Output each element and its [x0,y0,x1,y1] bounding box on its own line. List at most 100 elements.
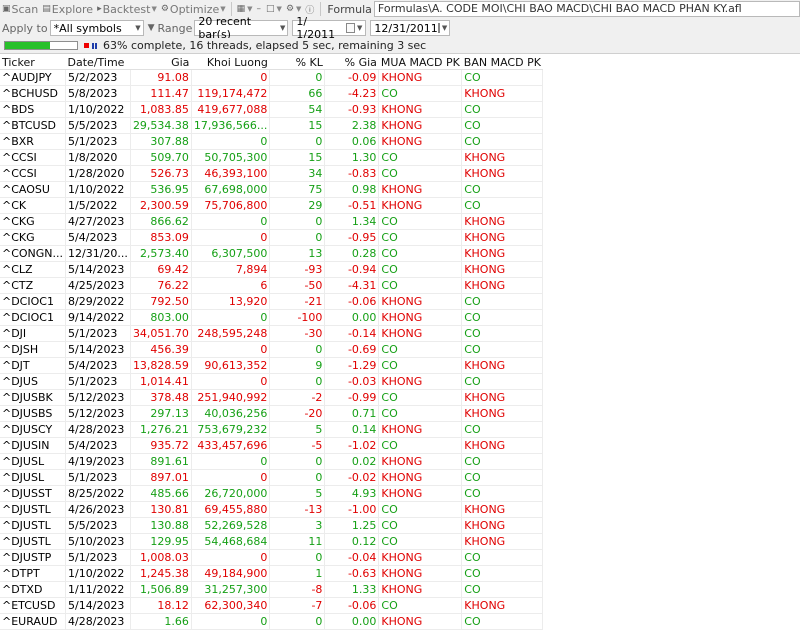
cell-ticker: ^CCSI [0,149,67,166]
table-row[interactable]: ^DTXD 1/11/2022 1,506.89 31,257,300 -8 1.33 KH… [0,581,544,598]
table-row[interactable]: ^CCSI 1/28/2020 526.73 46,393,100 34 -0.83 CO K… [0,165,544,182]
table-row[interactable]: ^CK 1/5/2022 2,300.59 75,706,800 29 -0.51 KHON… [0,197,544,214]
table-row[interactable]: ^DJUSCY 4/28/2023 1,276.21 753,679,232 5 0.14… [0,421,544,438]
table-row[interactable]: ^DJUSST 8/25/2022 485.66 26,720,000 5 4.93 KHO… [0,485,544,502]
table-row[interactable]: ^DJT 5/4/2023 13,828.59 90,613,352 9 -1.29 CO K… [0,357,544,374]
cell-ban-macd-pk: KHONG [461,213,544,230]
gear-icon: ⚙ [285,4,295,14]
backtest-icon: ▸ [97,4,102,14]
cell-gia: 897.01 [130,469,192,486]
cell-gia: 111.47 [130,85,192,102]
table-row[interactable]: ^DJUSL 5/1/2023 897.01 0 0 -0.02 KHONG CO [0,469,544,486]
table-row[interactable]: ^DJUSBS 5/12/2023 297.13 40,036,256 -20 0.71 C… [0,405,544,422]
cell-pct-gia: -0.14 [324,325,380,342]
cell-pct-kl: -50 [269,277,326,294]
column-header-ban-macd-pk[interactable]: BAN MACD PK [461,55,543,70]
table-row[interactable]: ^DJUSIN 5/4/2023 935.72 433,457,696 -5 -1.02 C… [0,437,544,454]
cell-datetime: 5/8/2023 [65,85,131,102]
formula-path-field[interactable]: Formulas\A. CODE MOI\CHI BAO MACD\CHI BA… [373,1,800,17]
cell-pct-kl: -93 [269,261,326,278]
range-select[interactable]: 20 recent bar(s) ▼ [194,15,289,41]
cell-ban-macd-pk: CO [461,69,544,86]
date-to-field[interactable]: 12/31/2011 ▼ [370,20,451,36]
cell-mua-macd-pk: CO [378,261,463,278]
table-row[interactable]: ^CTZ 4/25/2023 76.22 6 -50 -4.31 CO KHONG [0,277,544,294]
explore-button[interactable]: ▤ Explore [40,1,95,17]
table-row[interactable]: ^BXR 5/1/2023 307.88 0 0 0.06 KHONG CO [0,133,544,150]
cell-khoi-luong: 31,257,300 [191,581,271,598]
cell-ban-macd-pk: KHONG [461,261,544,278]
cell-pct-kl: 29 [269,197,326,214]
backtest-button[interactable]: ▸ Backtest ▼ [95,1,159,17]
cell-gia: 1,245.38 [130,565,192,582]
cell-ticker: ^CKG [0,213,67,230]
table-row[interactable]: ^CKG 5/4/2023 853.09 0 0 -0.95 CO KHONG [0,229,544,246]
column-header-pct-gia[interactable]: % Gia [324,55,379,70]
column-header-datetime[interactable]: Date/Time [65,55,131,70]
cell-datetime: 1/5/2022 [65,197,131,214]
date-from-field[interactable]: 1/ 1/2011 ▼ [292,15,367,41]
table-row[interactable]: ^CKG 4/27/2023 866.62 0 0 1.34 CO KHONG [0,213,544,230]
cell-datetime: 5/4/2023 [65,229,131,246]
column-header-ticker[interactable]: Ticker [0,55,66,70]
table-row[interactable]: ^CCSI 1/8/2020 509.70 50,705,300 15 1.30 CO KHO… [0,149,544,166]
cell-datetime: 5/1/2023 [65,133,131,150]
table-row[interactable]: ^DJUSTP 5/1/2023 1,008.03 0 0 -0.04 KHONG CO [0,549,544,566]
table-row[interactable]: ^CONGN... 12/31/20... 2,573.40 6,307,500 13 0… [0,245,544,262]
table-row[interactable]: ^DJUSBK 5/12/2023 378.48 251,940,992 -2 -0.99… [0,389,544,406]
table-row[interactable]: ^DJI 5/1/2023 34,051.70 248,595,248 -30 -0.14… [0,325,544,342]
cell-ticker: ^DTXD [0,581,67,598]
table-row[interactable]: ^DJUSL 4/19/2023 891.61 0 0 0.02 KHONG CO [0,453,544,470]
cell-khoi-luong: 17,936,566... [191,117,271,134]
table-row[interactable]: ^BTCUSD 5/5/2023 29,534.38 17,936,566... 15 2… [0,117,544,134]
cell-gia: 456.39 [130,341,192,358]
table-row[interactable]: ^DCIOC1 9/14/2022 803.00 0 -100 0.00 KHONG CO [0,309,544,326]
cell-pct-gia: -0.99 [324,389,380,406]
table-row[interactable]: ^EURAUD 4/28/2023 1.66 0 0 0.00 KHONG CO [0,613,544,630]
cell-ban-macd-pk: CO [461,549,544,566]
calendar-icon[interactable] [345,23,356,33]
apply-to-select[interactable]: *All symbols ▼ [49,20,144,36]
table-row[interactable]: ^CAOSU 1/10/2022 536.95 67,698,000 75 0.98 KHO… [0,181,544,198]
column-header-gia[interactable]: Gia [130,55,192,70]
stop-icon[interactable] [84,43,89,48]
cell-gia: 526.73 [130,165,192,182]
cell-mua-macd-pk: CO [378,213,463,230]
table-row[interactable]: ^BCHUSD 5/8/2023 111.47 119,174,472 66 -4.23 C… [0,85,544,102]
cell-pct-gia: -0.94 [324,261,380,278]
table-row[interactable]: ^DCIOC1 8/29/2022 792.50 13,920 -21 -0.06 KHON… [0,293,544,310]
cell-ticker: ^AUDJPY [0,69,67,86]
table-row[interactable]: ^AUDJPY 5/2/2023 91.08 0 0 -0.09 KHONG CO [0,69,544,86]
progress-bar-row: 63% complete, 16 threads, elapsed 5 sec,… [0,38,800,54]
cell-ban-macd-pk: CO [461,101,544,118]
cell-ban-macd-pk: KHONG [461,501,544,518]
table-row[interactable]: ^DJSH 5/14/2023 456.39 0 0 -0.69 CO CO [0,341,544,358]
calendar-icon[interactable] [437,23,440,33]
table-row[interactable]: ^BDS 1/10/2022 1,083.85 419,677,088 54 -0.93 K… [0,101,544,118]
cell-khoi-luong: 119,174,472 [191,85,271,102]
table-row[interactable]: ^DJUSTL 5/10/2023 129.95 54,468,684 11 0.12 CO… [0,533,544,550]
cell-mua-macd-pk: CO [378,437,463,454]
column-header-mua-macd-pk[interactable]: MUA MACD PK [378,55,462,70]
table-row[interactable]: ^DJUS 5/1/2023 1,014.41 0 0 -0.03 KHONG CO [0,373,544,390]
cell-ban-macd-pk: KHONG [461,245,544,262]
column-header-khoi-luong[interactable]: Khoi Luong [191,55,270,70]
cell-ban-macd-pk: KHONG [461,277,544,294]
table-row[interactable]: ^CLZ 5/14/2023 69.42 7,894 -93 -0.94 CO KHONG [0,261,544,278]
cell-ticker: ^CCSI [0,165,67,182]
table-row[interactable]: ^DTPT 1/10/2022 1,245.38 49,184,900 1 -0.63 KH… [0,565,544,582]
cell-mua-macd-pk: KHONG [378,549,463,566]
pause-icon[interactable] [92,42,97,49]
table-row[interactable]: ^DJUSTL 5/5/2023 130.88 52,269,528 3 1.25 CO KH… [0,517,544,534]
cell-mua-macd-pk: CO [378,277,463,294]
cell-pct-kl: 13 [269,245,326,262]
main-toolbar: ▣ Scan ▤ Explore ▸ Backtest ▼ ⚙ Optimize ▼ ▦ ▼ … [0,0,800,19]
cell-datetime: 9/14/2022 [65,309,131,326]
filter-icon[interactable]: ▼ [148,23,155,33]
table-row[interactable]: ^DJUSTL 4/26/2023 130.81 69,455,880 -13 -1.00… [0,501,544,518]
scan-button[interactable]: ▣ Scan [0,1,40,17]
report-icon: ▦ [236,4,246,14]
column-header-pct-kl[interactable]: % KL [269,55,325,70]
cell-ticker: ^DJUSBK [0,389,67,406]
cell-datetime: 5/1/2023 [65,373,131,390]
